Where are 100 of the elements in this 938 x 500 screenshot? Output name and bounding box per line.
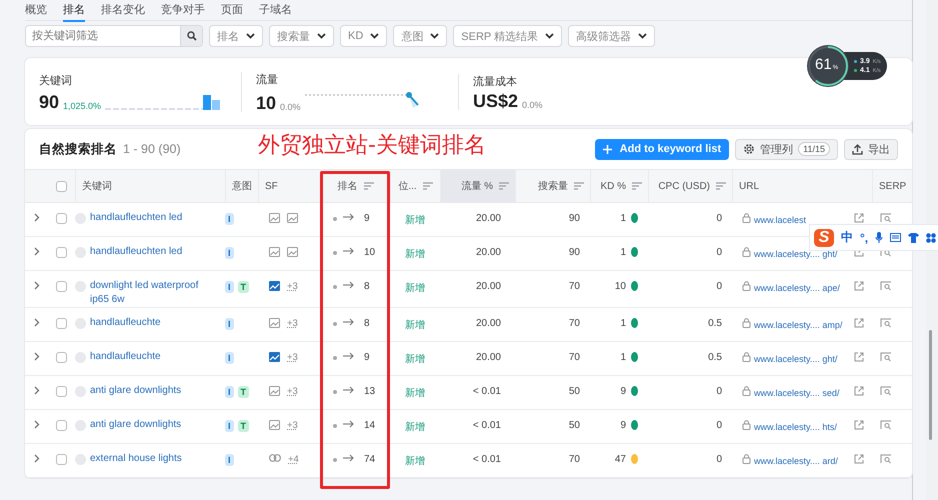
rank-value: 9 (364, 352, 370, 363)
stat-label: 流量 (256, 72, 279, 86)
filter-dropdown[interactable]: KD (340, 25, 388, 47)
column-header[interactable]: CPC (USD) (658, 180, 710, 192)
url-link[interactable]: www.lacelesty.... ape/ (754, 281, 840, 295)
kd-value: 1 (619, 213, 626, 224)
traffic-value: 20.00 (476, 247, 501, 258)
nav-tab[interactable]: 排名 (63, 0, 85, 22)
keyword-link[interactable]: handlaufleuchten led (90, 245, 182, 259)
nav-tab[interactable]: 页面 (221, 0, 243, 22)
url-link[interactable]: www.lacelesty.... sed/ (754, 386, 840, 400)
intent-badge: I (225, 420, 234, 432)
kd-value: 1 (619, 247, 626, 258)
keyword-link[interactable]: handlaufleuchte (90, 316, 161, 330)
column-header[interactable]: 意图 (232, 179, 252, 193)
filter-dropdown[interactable]: 高级筛选器 (568, 25, 656, 47)
punctuation-mode[interactable]: °, (860, 230, 868, 244)
kd-value: 9 (619, 420, 626, 431)
keyword-link[interactable]: downlight led waterproof ip65 6w (90, 279, 215, 307)
more-features[interactable]: +3 (287, 352, 298, 363)
intent-badge: I (225, 213, 234, 225)
column-header[interactable]: 排名 (338, 179, 358, 193)
position-status: 新增 (405, 454, 425, 468)
url-link[interactable]: www.lacelesty.... hts/ (754, 420, 837, 434)
position-status: 新增 (405, 386, 425, 400)
traffic-value: 20.00 (476, 318, 501, 329)
column-header[interactable]: 位... (398, 179, 417, 193)
rank-value: 8 (364, 318, 370, 329)
keyword-link[interactable]: anti glare downlights (90, 418, 182, 432)
column-header[interactable]: 关键词 (82, 179, 112, 193)
keyword-link[interactable]: handlaufleuchten led (90, 211, 182, 225)
volume-value: 70 (568, 281, 580, 292)
column-header[interactable]: KD % (600, 180, 626, 192)
nav-tab[interactable]: 子域名 (259, 0, 292, 22)
volume-value: 50 (568, 420, 580, 431)
position-status: 新增 (405, 318, 425, 332)
more-features[interactable]: +3 (287, 420, 298, 431)
cpc-value: 0.5 (708, 352, 722, 363)
position-status: 新增 (405, 352, 425, 366)
stat-change: 0.0% (280, 102, 301, 112)
volume-value: 70 (568, 454, 580, 465)
stat-value: 90 (39, 92, 60, 110)
url-link[interactable]: www.lacelesty.... ard/ (754, 454, 838, 468)
more-features[interactable]: +3 (287, 386, 298, 397)
rank-value: 74 (364, 454, 376, 465)
keyword-link[interactable]: handlaufleuchte (90, 350, 161, 364)
position-status: 新增 (405, 214, 425, 227)
column-count: 11/15 (798, 142, 830, 156)
volume-value: 70 (568, 352, 580, 363)
keyword-link[interactable]: anti glare downlights (90, 384, 182, 398)
search-field[interactable]: 按关键词筛选 (25, 25, 203, 47)
more-features[interactable]: +3 (287, 318, 298, 329)
traffic-value: < 0.01 (472, 454, 501, 465)
intent-badge: I (225, 318, 234, 330)
column-header[interactable]: SF (265, 180, 278, 192)
column-header[interactable]: URL (739, 180, 760, 192)
position-status: 新增 (405, 282, 425, 295)
cpc-value: 0 (716, 386, 722, 397)
url-link[interactable]: www.lacelest (754, 213, 806, 227)
filter-dropdown[interactable]: 搜索量 (269, 25, 334, 47)
volume-value: 90 (568, 247, 580, 258)
rank-value: 14 (364, 420, 376, 431)
keyword-link[interactable]: external house lights (90, 452, 182, 466)
stat-label: 流量成本 (473, 74, 518, 88)
cpc-value: 0 (716, 454, 722, 465)
filter-dropdown[interactable]: 意图 (393, 25, 448, 47)
filter-dropdown[interactable]: 排名 (209, 25, 263, 47)
ime-logo[interactable]: S (814, 228, 834, 246)
kd-value: 10 (614, 281, 626, 292)
result-range: 1 - 90 (90) (123, 142, 181, 156)
url-link[interactable]: www.lacelesty.... ght/ (754, 352, 838, 366)
volume-value: 90 (568, 213, 580, 224)
url-link[interactable]: www.lacelesty.... ght/ (754, 247, 838, 261)
more-features[interactable]: +3 (287, 281, 298, 292)
intent-badge: T (238, 420, 250, 432)
add-to-list-button[interactable]: Add to keyword list (594, 138, 730, 160)
nav-tab[interactable]: 概览 (25, 0, 47, 22)
column-header[interactable]: 流量 % (461, 179, 493, 193)
stat-label: 关键词 (39, 74, 73, 88)
intent-badge: T (238, 386, 250, 398)
column-header[interactable]: 搜索量 (538, 179, 568, 193)
nav-tab[interactable]: 排名变化 (101, 0, 145, 22)
cpc-value: 0 (716, 213, 722, 224)
more-features[interactable]: +4 (288, 454, 299, 465)
intent-badge: I (225, 352, 234, 364)
cpc-value: 0 (716, 281, 722, 292)
language-mode[interactable]: 中 (841, 229, 853, 246)
position-status: 新增 (405, 248, 425, 261)
export-button[interactable]: 导出 (844, 138, 898, 160)
rank-value: 8 (364, 281, 370, 292)
rank-value: 10 (364, 247, 376, 258)
filter-dropdown[interactable]: SERP 精选结果 (453, 25, 562, 47)
manage-columns-button[interactable]: 管理列 11/15 (735, 138, 838, 160)
cpc-value: 0 (716, 420, 722, 431)
url-link[interactable]: www.lacelesty.... amp/ (754, 318, 842, 332)
traffic-value: 20.00 (476, 213, 501, 224)
nav-tab[interactable]: 竞争对手 (161, 0, 205, 22)
stat-change: 0.0% (522, 100, 543, 110)
kd-value: 47 (614, 454, 626, 465)
column-header[interactable]: SERP (879, 180, 906, 192)
